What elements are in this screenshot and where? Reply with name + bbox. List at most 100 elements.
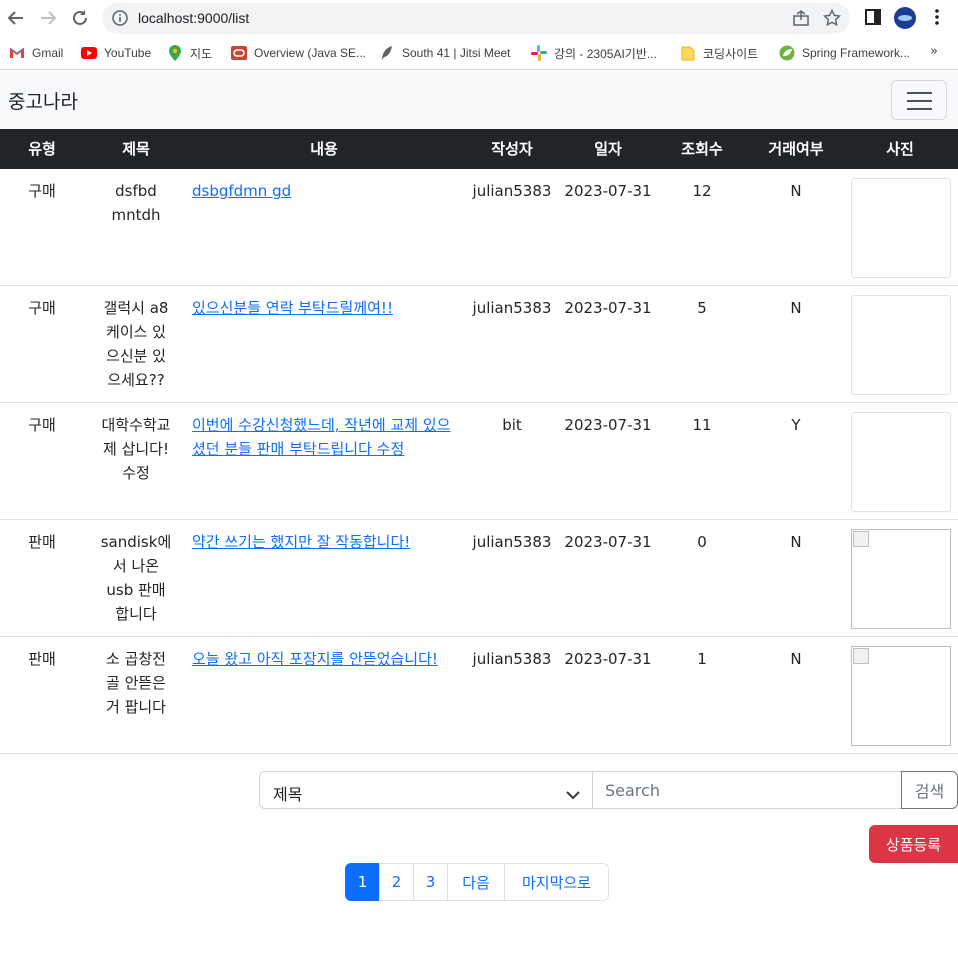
bookmark-oracle[interactable]: Overview (Java SE... <box>231 44 366 62</box>
back-button[interactable] <box>6 8 26 28</box>
folder-icon <box>680 45 696 61</box>
bookmark-star-icon[interactable] <box>822 8 842 31</box>
youtube-icon <box>81 45 97 61</box>
side-panel-icon[interactable] <box>864 8 882 30</box>
cell-author: julian5383 <box>472 182 552 200</box>
cell-type: 구매 <box>28 416 56 434</box>
cell-views: 1 <box>697 650 707 668</box>
page-1-button[interactable]: 1 <box>345 863 380 901</box>
bookmark-label: Spring Framework... <box>802 46 911 60</box>
info-icon[interactable] <box>112 10 128 30</box>
slack-icon <box>531 45 547 61</box>
navbar-toggler-button[interactable] <box>891 80 947 120</box>
content-link[interactable]: 있으신분들 연락 부탁드릴께여!! <box>192 299 393 317</box>
content-link[interactable]: 오늘 왔고 아직 포장지를 안뜯었습니다! <box>192 650 438 668</box>
search-type-value: 제목 <box>273 785 303 804</box>
table-row: 구매 갤럭시 a8 케이스 있으신분 있으세요?? 있으신분들 연락 부탁드릴께… <box>0 286 958 403</box>
cell-author: julian5383 <box>472 650 552 668</box>
content-link[interactable]: 약간 쓰기는 했지만 잘 작동합니다! <box>192 533 410 551</box>
hamburger-icon-line <box>907 100 932 102</box>
cell-views: 0 <box>697 533 707 551</box>
table-row: 구매 dsfbd mntdh dsbgfdmn gd julian5383 20… <box>0 169 958 286</box>
content-link[interactable]: 이번에 수강신청했느데, 작년에 교제 있으셨던 분들 판매 부탁드립니다 수정 <box>192 416 450 458</box>
cell-views: 12 <box>692 182 712 200</box>
cell-type: 판매 <box>28 650 56 668</box>
navbar: 중고나라 <box>0 71 958 129</box>
cell-author: bit <box>502 416 522 434</box>
profile-avatar[interactable] <box>894 7 916 29</box>
next-page-button[interactable]: 다음 <box>447 863 505 901</box>
header-type: 유형 <box>28 140 56 158</box>
product-photo <box>851 412 951 512</box>
broken-image-icon <box>853 531 869 547</box>
cell-traded: N <box>790 299 802 317</box>
bookmark-gmail[interactable]: Gmail <box>9 44 63 62</box>
content-link[interactable]: dsbgfdmn gd <box>192 182 291 200</box>
search-button[interactable]: 검색 <box>901 771 958 809</box>
broken-image-icon <box>853 648 869 664</box>
page-3-button[interactable]: 3 <box>413 863 448 901</box>
hamburger-icon-line <box>907 108 932 110</box>
more-menu-icon[interactable] <box>929 8 945 30</box>
share-icon[interactable] <box>792 10 810 30</box>
reload-icon <box>73 10 87 25</box>
bookmark-youtube[interactable]: YouTube <box>81 44 151 62</box>
cell-title: 소 곱창전골 안뜯은거 팝니다 <box>106 650 166 716</box>
header-content: 내용 <box>310 140 338 158</box>
forward-button[interactable] <box>38 8 58 28</box>
bookmark-slack[interactable]: 강의 - 2305AI기반... <box>531 44 657 62</box>
cell-traded: Y <box>791 416 801 434</box>
bookmark-folder-coding[interactable]: 코딩사이트 <box>680 44 758 62</box>
cell-views: 5 <box>697 299 707 317</box>
bookmark-label: South 41 | Jitsi Meet <box>402 46 511 60</box>
bookmark-spring[interactable]: Spring Framework... <box>779 44 910 62</box>
bookmark-maps[interactable]: 지도 <box>167 44 212 62</box>
table-row: 판매 sandisk에서 나온 usb 판매합니다 약간 쓰기는 했지만 잘 작… <box>0 520 958 637</box>
header-views: 조회수 <box>681 140 723 158</box>
register-product-button[interactable]: 상품등록 <box>869 825 958 863</box>
cell-title: dsfbd mntdh <box>111 182 161 224</box>
maps-icon <box>167 45 183 61</box>
feather-icon <box>379 45 395 61</box>
bookmark-label: Gmail <box>32 46 64 60</box>
cell-date: 2023-07-31 <box>564 182 652 200</box>
search-type-select[interactable]: 제목 <box>259 771 593 809</box>
cell-title: 갤럭시 a8 케이스 있으신분 있으세요?? <box>103 299 169 389</box>
oracle-icon <box>231 45 247 61</box>
bookmark-jitsi[interactable]: South 41 | Jitsi Meet <box>379 44 511 62</box>
cell-date: 2023-07-31 <box>564 533 652 551</box>
search-input[interactable] <box>592 771 902 809</box>
header-date: 일자 <box>594 140 622 158</box>
bookmark-label: Overview (Java SE... <box>254 46 367 60</box>
pagination: 1 2 3 다음 마지막으로 <box>345 863 609 901</box>
cell-author: julian5383 <box>472 299 552 317</box>
cell-date: 2023-07-31 <box>564 416 652 434</box>
last-page-button[interactable]: 마지막으로 <box>504 863 609 901</box>
header-traded: 거래여부 <box>768 140 824 158</box>
spring-icon <box>779 45 795 61</box>
header-title: 제목 <box>122 140 150 158</box>
bookmarks-bar: Gmail YouTube 지도 Overview (Java SE... So… <box>0 36 958 70</box>
cell-title: 대학수학교제 삽니다! 수정 <box>101 416 171 482</box>
bookmark-label: 강의 - 2305AI기반... <box>554 46 657 61</box>
cell-date: 2023-07-31 <box>564 650 652 668</box>
bookmark-label: 지도 <box>190 46 213 61</box>
cell-title: sandisk에서 나온 usb 판매합니다 <box>100 533 172 623</box>
bookmarks-overflow-button[interactable]: » <box>930 44 938 59</box>
table-header: 유형 제목 내용 작성자 일자 조회수 거래여부 사진 <box>0 129 958 169</box>
product-photo <box>851 178 951 278</box>
navbar-brand[interactable]: 중고나라 <box>8 87 78 114</box>
arrow-left-icon <box>7 11 23 25</box>
reload-button[interactable] <box>70 8 90 28</box>
cell-type: 구매 <box>28 299 56 317</box>
gmail-icon <box>9 45 25 61</box>
cell-author: julian5383 <box>472 533 552 551</box>
cell-type: 판매 <box>28 533 56 551</box>
bookmark-label: YouTube <box>104 46 152 60</box>
search-form: 제목 검색 <box>259 771 958 809</box>
page-2-button[interactable]: 2 <box>379 863 414 901</box>
hamburger-icon-line <box>907 92 932 94</box>
arrow-right-icon <box>41 11 57 25</box>
bookmark-label: 코딩사이트 <box>703 46 759 61</box>
address-bar[interactable]: localhost:9000/list <box>102 3 850 34</box>
